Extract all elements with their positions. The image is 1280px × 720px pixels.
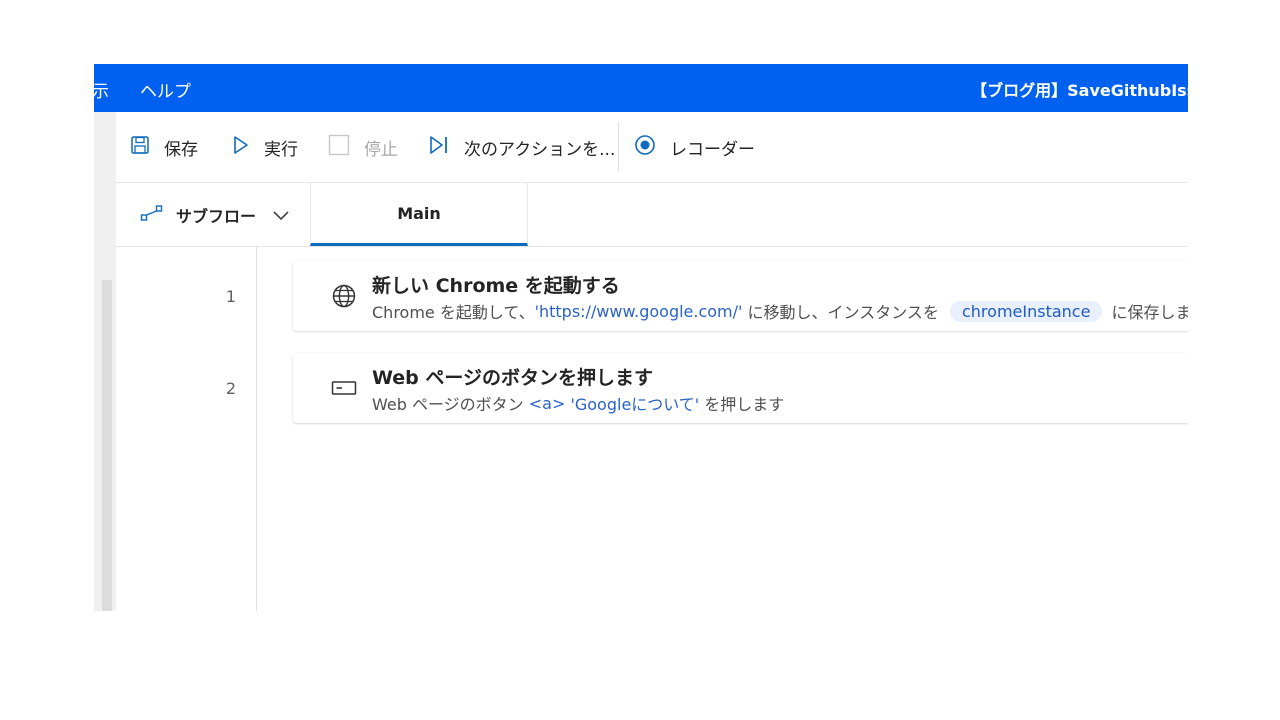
left-scrollbar[interactable] xyxy=(102,280,112,611)
toolbar: 保存 実行 停止 次のアクションを... レコーダー xyxy=(116,112,1188,183)
chevron-down-icon xyxy=(272,206,290,225)
action-title: Web ページのボタンを押します xyxy=(372,367,654,389)
desc-text: Chrome を起動して、 xyxy=(372,303,535,322)
button-icon xyxy=(331,375,357,405)
action-title: 新しい Chrome を起動する xyxy=(372,275,620,297)
app-window: 示 ヘルプ 【ブログ用】SaveGithubIssues 保存 実行 xyxy=(94,64,1188,611)
action-click-button[interactable]: Web ページのボタンを押します Web ページのボタン <a> 'Google… xyxy=(293,353,1188,423)
stop-button[interactable]: 停止 xyxy=(328,134,398,160)
desc-text: に保存します xyxy=(1111,303,1189,322)
next-action-button[interactable]: 次のアクションを... xyxy=(428,134,615,160)
action-launch-chrome[interactable]: 新しい Chrome を起動する Chrome を起動して、 'https://… xyxy=(293,261,1188,331)
tab-bar: サブフロー Main xyxy=(116,183,1188,247)
desc-url: 'https://www.google.com/' xyxy=(534,301,743,321)
step-forward-icon xyxy=(428,135,464,160)
stop-label: 停止 xyxy=(364,139,398,160)
recorder-label: レコーダー xyxy=(670,139,755,160)
desc-text: に移動し、インスタンスを xyxy=(742,303,944,322)
action-description: Web ページのボタン <a> 'Googleについて' を押します xyxy=(372,391,784,415)
play-icon xyxy=(232,135,264,160)
left-panel xyxy=(94,112,116,611)
desc-text: Web ページのボタン xyxy=(372,395,529,414)
menu-bar: 示 ヘルプ 【ブログ用】SaveGithubIssues xyxy=(94,64,1188,112)
line-number: 2 xyxy=(225,379,237,398)
globe-icon xyxy=(331,283,357,313)
tab-main[interactable]: Main xyxy=(310,183,528,246)
flow-editor: 1 新しい Chrome を起動する Chrome を起動して、 'https:… xyxy=(116,247,1188,611)
variable-chip[interactable]: chromeInstance xyxy=(949,300,1103,322)
save-icon xyxy=(130,135,164,160)
stop-icon xyxy=(328,134,364,161)
next-action-label: 次のアクションを... xyxy=(464,139,616,160)
save-button[interactable]: 保存 xyxy=(130,134,198,160)
subflow-label: サブフロー xyxy=(176,207,257,226)
run-button[interactable]: 実行 xyxy=(232,134,298,160)
menu-help[interactable]: ヘルプ xyxy=(140,77,191,102)
line-number: 1 xyxy=(225,287,237,306)
menu-view[interactable]: 示 xyxy=(94,77,109,102)
save-label: 保存 xyxy=(164,139,198,160)
desc-element-name: 'Googleについて' xyxy=(570,395,700,414)
desc-element-tag: <a> xyxy=(528,393,566,413)
recorder-button[interactable]: レコーダー xyxy=(634,134,755,160)
run-label: 実行 xyxy=(264,139,298,160)
tab-main-label: Main xyxy=(397,203,441,223)
toolbar-divider xyxy=(618,122,619,172)
desc-text: を押します xyxy=(699,395,785,414)
subflow-icon xyxy=(140,203,164,227)
window-title: 【ブログ用】SaveGithubIssues xyxy=(971,81,1188,100)
subflow-dropdown[interactable]: サブフロー xyxy=(140,203,290,227)
record-icon xyxy=(634,134,670,161)
action-description: Chrome を起動して、 'https://www.google.com/' … xyxy=(372,299,1188,323)
gutter-divider xyxy=(256,247,257,611)
